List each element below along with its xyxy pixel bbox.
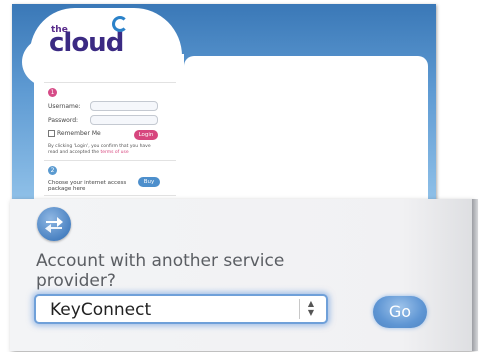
buy-package-text: Choose your internet access package here — [48, 180, 127, 192]
provider-select[interactable]: KeyConnect ▲ ▼ — [34, 294, 328, 324]
cloud-login-page-screenshot: the cloud 1 Username: Password: Remember… — [12, 4, 436, 200]
provider-select-value: KeyConnect — [50, 300, 152, 320]
logo-swoosh-icon — [112, 16, 128, 32]
terms-of-use-link[interactable]: terms of use — [100, 150, 128, 155]
step-one-badge: 1 — [48, 88, 57, 97]
username-input[interactable] — [90, 101, 158, 111]
divider — [44, 195, 176, 196]
go-button[interactable]: Go — [373, 296, 427, 328]
remember-me-checkbox[interactable] — [48, 130, 55, 137]
buy-button[interactable]: Buy — [138, 177, 160, 187]
login-button[interactable]: Login — [134, 130, 158, 140]
step-two-badge: 2 — [48, 166, 57, 175]
swap-arrows-icon — [37, 207, 71, 241]
password-label: Password: — [48, 117, 79, 124]
login-panel — [34, 54, 184, 200]
remember-me-label: Remember Me — [57, 130, 101, 137]
divider — [44, 82, 176, 83]
other-provider-question: Account with another service provider? — [36, 251, 285, 291]
logo-cloud-text: cloud — [49, 28, 124, 58]
password-input[interactable] — [90, 115, 158, 125]
provider-section-zoom: Account with another service provider? K… — [10, 199, 478, 351]
divider — [44, 160, 176, 161]
select-stepper-icon: ▲ ▼ — [299, 299, 322, 319]
username-label: Username: — [48, 103, 81, 110]
page-edge — [472, 199, 478, 351]
terms-note: By clicking 'Login', you confirm that yo… — [48, 144, 160, 156]
content-panel — [184, 56, 428, 200]
